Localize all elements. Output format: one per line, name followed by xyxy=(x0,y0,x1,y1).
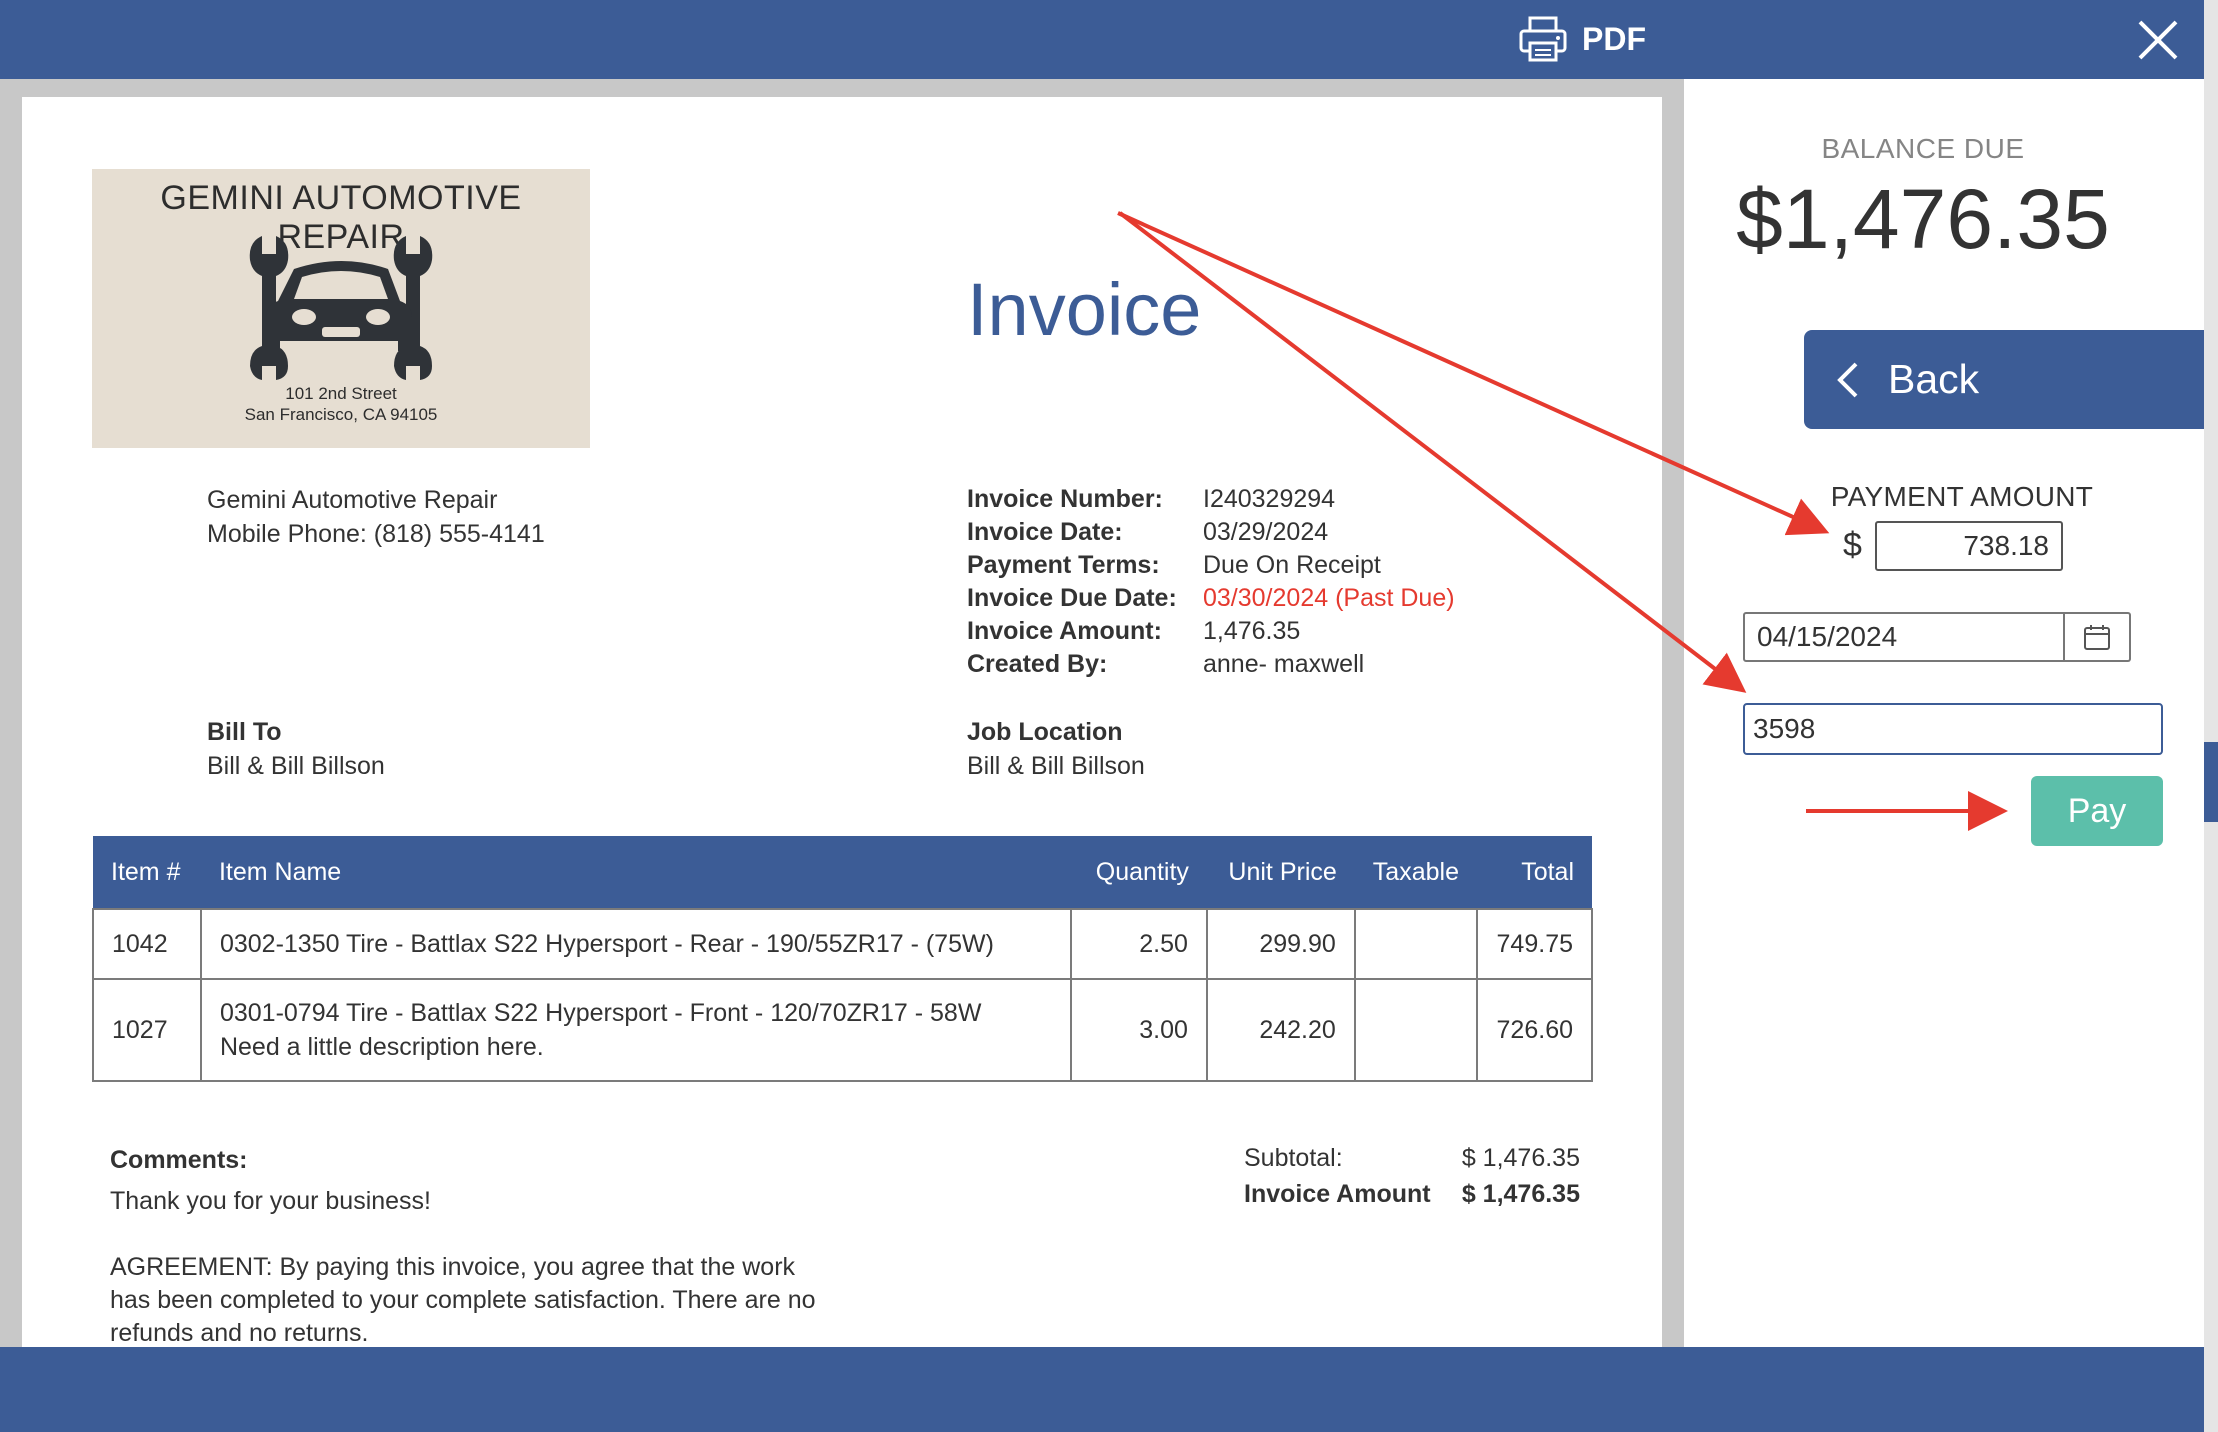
meta-row-invoice-date: Invoice Date: 03/29/2024 xyxy=(967,516,1455,549)
company-logo: GEMINI AUTOMOTIVE REPAIR 101 2nd Street … xyxy=(92,169,590,448)
invoice-amount-label: Invoice Amount xyxy=(1244,1180,1431,1208)
balance-due-value: $1,476.35 xyxy=(1736,172,2110,266)
wrench-car-icon xyxy=(249,236,433,380)
job-location-label: Job Location xyxy=(967,718,1123,746)
meta-row-invoice-amount: Invoice Amount: 1,476.35 xyxy=(967,615,1455,648)
modal-bottom-bar xyxy=(0,1347,2204,1432)
background-edge xyxy=(2204,0,2218,1432)
subtotal-label: Subtotal: xyxy=(1244,1144,1343,1172)
cell-unit-price: 242.20 xyxy=(1205,978,1356,1082)
logo-address-line1: 101 2nd Street xyxy=(285,384,397,403)
logo-address-line2: San Francisco, CA 94105 xyxy=(244,405,438,424)
agreement-text: AGREEMENT: By paying this invoice, you a… xyxy=(110,1253,816,1347)
invoice-date: 03/29/2024 xyxy=(1203,518,1329,546)
invoice-title: Invoice xyxy=(967,268,1202,351)
back-label: Back xyxy=(1888,356,1980,402)
line-items-table: Item # Item Name Quantity Unit Price Tax… xyxy=(92,836,1594,1082)
invoice-amount-row: Invoice Amount $ 1,476.35 xyxy=(1244,1176,1580,1212)
column-header-item-name: Item Name xyxy=(200,836,1071,909)
close-icon xyxy=(2138,20,2178,60)
cell-total: 749.75 xyxy=(1475,908,1594,980)
payment-panel: BALANCE DUE $1,476.35 Back PAYMENT AMOUN… xyxy=(1684,79,2204,1347)
meta-label: Payment Terms: xyxy=(967,551,1160,579)
column-header-item-number: Item # xyxy=(93,836,201,909)
cell-unit-price: 299.90 xyxy=(1205,908,1356,980)
currency-symbol: $ xyxy=(1843,526,1862,564)
meta-row-invoice-number: Invoice Number: I240329294 xyxy=(967,483,1455,516)
cell-taxable xyxy=(1353,908,1478,980)
logo-address: 101 2nd Street San Francisco, CA 94105 xyxy=(92,383,590,425)
column-header-taxable: Taxable xyxy=(1354,836,1477,909)
invoice-number: I240329294 xyxy=(1203,485,1336,513)
meta-row-created-by: Created By: anne- maxwell xyxy=(967,648,1455,681)
balance-due-label: BALANCE DUE xyxy=(1821,133,2025,164)
reference-number-input[interactable] xyxy=(1743,703,2163,755)
invoice-meta: Invoice Number: I240329294 Invoice Date:… xyxy=(967,483,1455,681)
company-phone: Mobile Phone: (818) 555-4141 xyxy=(207,520,545,548)
column-header-unit-price: Unit Price xyxy=(1206,836,1355,909)
payment-amount-label: PAYMENT AMOUNT xyxy=(1830,481,2094,512)
chevron-left-icon xyxy=(1837,362,1858,397)
cell-item-name: 0302-1350 Tire - Battlax S22 Hypersport … xyxy=(199,908,1072,980)
pay-button[interactable]: Pay xyxy=(2031,776,2163,846)
job-location-name: Bill & Bill Billson xyxy=(967,752,1145,780)
background-edge-accent xyxy=(2204,742,2218,822)
totals-block: Subtotal: $ 1,476.35 Invoice Amount $ 1,… xyxy=(1244,1140,1580,1212)
subtotal-row: Subtotal: $ 1,476.35 xyxy=(1244,1140,1580,1176)
bill-to-block: Bill To Bill & Bill Billson xyxy=(207,715,385,783)
item-name-text: 0301-0794 Tire - Battlax S22 Hypersport … xyxy=(219,999,982,1027)
payment-terms: Due On Receipt xyxy=(1203,551,1381,579)
meta-label: Invoice Date: xyxy=(967,518,1123,546)
invoice-amount: 1,476.35 xyxy=(1203,617,1301,645)
comments-block: Comments: Thank you for your business! A… xyxy=(110,1144,840,1347)
modal-top-bar: PDF xyxy=(0,0,2204,79)
comments-label: Comments: xyxy=(110,1146,248,1174)
bill-to-name: Bill & Bill Billson xyxy=(207,752,385,780)
pdf-button[interactable]: PDF xyxy=(1518,14,1646,64)
meta-label: Created By: xyxy=(967,650,1108,678)
cell-quantity: 2.50 xyxy=(1069,908,1208,980)
table-header-row: Item # Item Name Quantity Unit Price Tax… xyxy=(93,836,1592,909)
invoice-document: GEMINI AUTOMOTIVE REPAIR 101 2nd Street … xyxy=(22,97,1662,1347)
due-date-past-due: 03/30/2024 (Past Due) xyxy=(1203,584,1455,612)
bill-to-label: Bill To xyxy=(207,718,282,746)
pdf-label: PDF xyxy=(1582,20,1646,57)
cell-quantity: 3.00 xyxy=(1069,978,1208,1082)
printer-icon xyxy=(1519,16,1567,62)
invoice-amount-value: $ 1,476.35 xyxy=(1461,1180,1580,1208)
calendar-icon xyxy=(2084,625,2110,650)
meta-row-due-date: Invoice Due Date: 03/30/2024 (Past Due) xyxy=(967,582,1455,615)
payment-amount-input[interactable] xyxy=(1875,521,2063,571)
meta-label: Invoice Number: xyxy=(967,485,1163,513)
cell-item-number: 1042 xyxy=(92,908,202,980)
table-row: 1027 0301-0794 Tire - Battlax S22 Hypers… xyxy=(92,978,1594,1082)
subtotal-value: $ 1,476.35 xyxy=(1461,1144,1580,1172)
table-row: 1042 0302-1350 Tire - Battlax S22 Hypers… xyxy=(92,908,1594,980)
cell-taxable xyxy=(1353,978,1478,1082)
job-location-block: Job Location Bill & Bill Billson xyxy=(967,715,1145,783)
item-description-text: Need a little description here. xyxy=(219,1033,544,1061)
column-header-quantity: Quantity xyxy=(1070,836,1207,909)
back-button[interactable]: Back xyxy=(1804,330,2204,429)
cell-item-name: 0301-0794 Tire - Battlax S22 Hypersport … xyxy=(199,978,1072,1082)
cell-item-number: 1027 xyxy=(92,978,202,1082)
meta-label: Invoice Due Date: xyxy=(967,584,1177,612)
payment-date-input[interactable] xyxy=(1743,612,2065,662)
cell-total: 726.60 xyxy=(1475,978,1594,1082)
date-picker-button[interactable] xyxy=(2065,612,2131,662)
meta-row-payment-terms: Payment Terms: Due On Receipt xyxy=(967,549,1455,582)
close-button[interactable] xyxy=(2136,18,2180,62)
company-name: Gemini Automotive Repair xyxy=(207,486,498,514)
created-by: anne- maxwell xyxy=(1203,650,1365,678)
company-info: Gemini Automotive Repair Mobile Phone: (… xyxy=(207,483,545,551)
meta-label: Invoice Amount: xyxy=(967,617,1162,645)
column-header-total: Total xyxy=(1476,836,1592,909)
comments-text: Thank you for your business! xyxy=(110,1187,431,1215)
